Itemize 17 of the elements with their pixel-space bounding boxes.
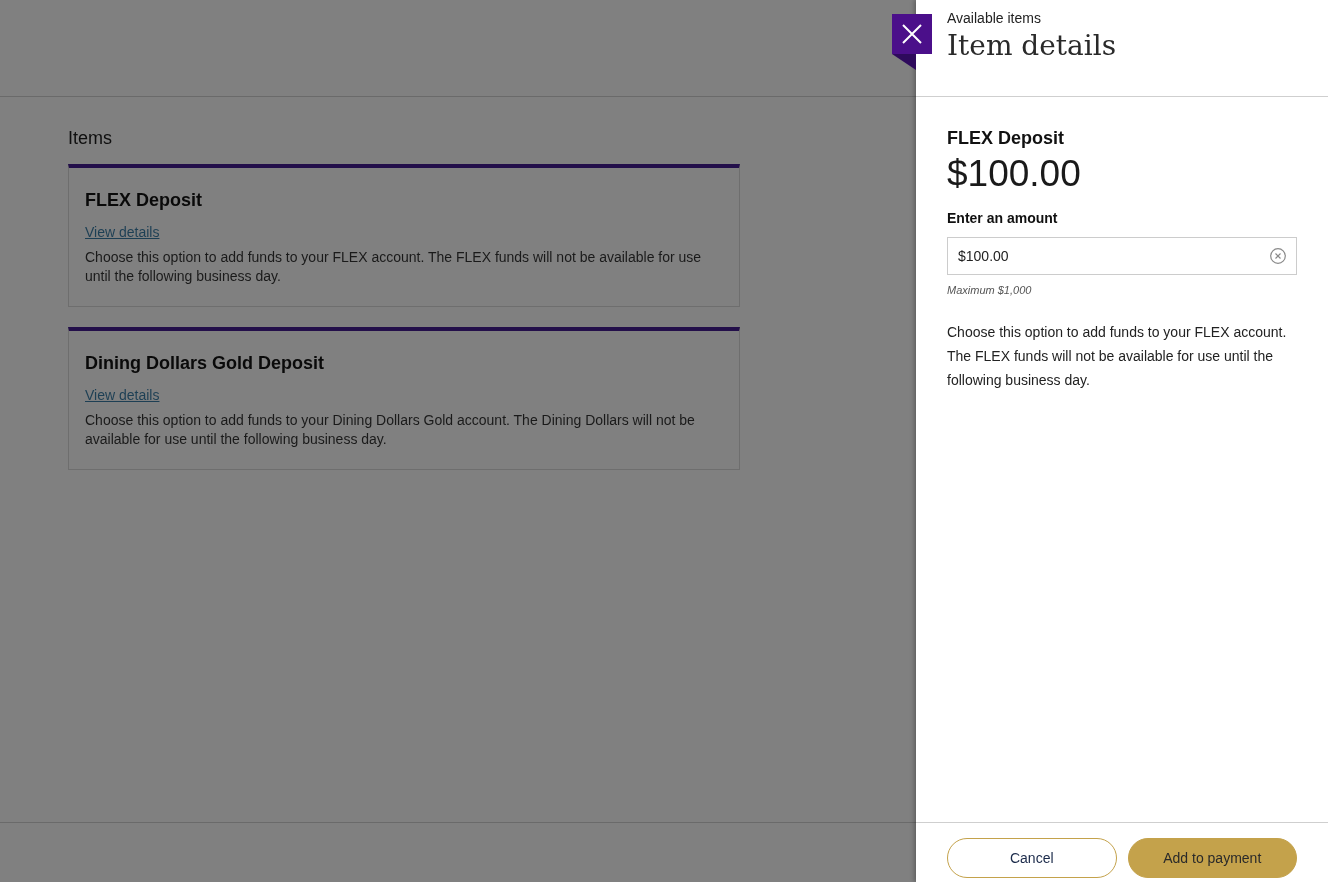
breadcrumb: Available items bbox=[947, 9, 1041, 27]
close-button[interactable] bbox=[892, 14, 932, 70]
item-title: FLEX Deposit bbox=[85, 189, 202, 212]
item-price: $100.00 bbox=[947, 152, 1081, 196]
item-description: Choose this option to add funds to your Dining Dollars Gold account. The Dining Dollars will not be available for use until the following business day. bbox=[85, 411, 696, 449]
item-description: Choose this option to add funds to your FLEX account. The FLEX funds will not be available for use until the following business day. bbox=[85, 248, 703, 286]
cancel-button[interactable]: Cancel bbox=[947, 838, 1117, 878]
amount-hint: Maximum $1,000 bbox=[947, 283, 1032, 298]
items-heading: Items bbox=[68, 127, 112, 150]
add-to-payment-button[interactable]: Add to payment bbox=[1127, 838, 1297, 878]
panel-title: Item details bbox=[947, 29, 1117, 63]
amount-input[interactable]: $100.00 bbox=[947, 237, 1297, 275]
panel-description: Choose this option to add funds to your FLEX account. The FLEX funds will not be available for use until the following business day. bbox=[947, 323, 1288, 390]
item-title: Dining Dollars Gold Deposit bbox=[85, 352, 324, 375]
clear-icon[interactable] bbox=[1270, 248, 1286, 264]
amount-label: Enter an amount bbox=[947, 209, 1058, 228]
item-name: FLEX Deposit bbox=[947, 127, 1064, 150]
